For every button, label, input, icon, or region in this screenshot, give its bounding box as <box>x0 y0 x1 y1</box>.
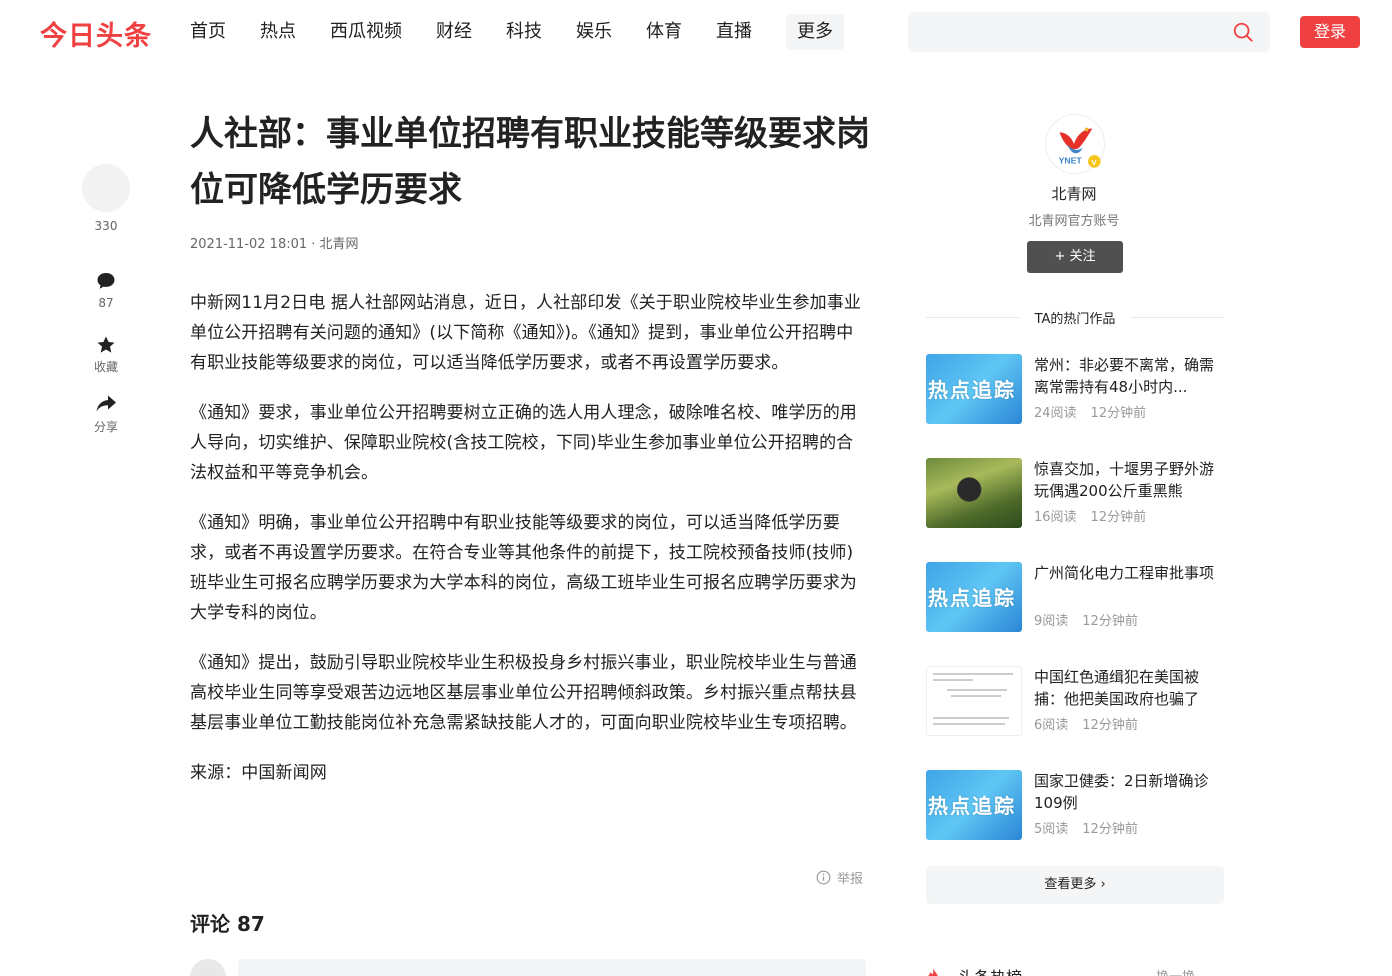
hot-item-title[interactable]: 广州简化电力工程审批事项 <box>1034 562 1224 606</box>
author-description: 北青网官方账号 <box>1028 214 1120 229</box>
comment-button[interactable] <box>82 271 130 291</box>
list-item[interactable]: 惊喜交加，十堰男子野外游玩偶遇200公斤重黑熊 16阅读 12分钟前 <box>926 458 1224 562</box>
nav-sports[interactable]: 体育 <box>646 14 682 50</box>
hot-rank-heading[interactable]: 头条热榜 <box>926 964 1022 976</box>
hot-thumbnail[interactable]: 热点追踪 <box>926 770 1022 840</box>
nav-hot[interactable]: 热点 <box>260 14 296 50</box>
hot-item-reads: 9阅读 <box>1034 614 1069 629</box>
info-icon <box>816 870 831 885</box>
author-name[interactable]: 北青网 <box>924 183 1224 204</box>
nav-finance[interactable]: 财经 <box>436 14 472 50</box>
hot-thumbnail[interactable] <box>926 458 1022 528</box>
like-count: 330 <box>94 219 118 233</box>
report-button[interactable]: 举报 <box>816 868 863 887</box>
follow-button[interactable]: + 关注 <box>1027 241 1123 273</box>
comment-count: 87 <box>98 296 114 310</box>
nav-tech[interactable]: 科技 <box>506 14 542 50</box>
refresh-button[interactable]: 换一换 <box>1156 966 1195 976</box>
article-paragraph: 《通知》明确，事业单位公开招聘中有职业技能等级要求的岗位，可以适当降低学历要求，… <box>190 513 857 623</box>
hot-works-heading: TA的热门作品 <box>926 308 1225 327</box>
share-label: 分享 <box>93 420 118 434</box>
hot-works-list: 热点追踪 常州：非必要不离常，确需离常需持有48小时内... 24阅读 12分钟前… <box>926 354 1224 874</box>
share-button[interactable] <box>82 394 130 414</box>
hot-item-reads: 5阅读 <box>1034 822 1069 837</box>
hot-thumbnail[interactable]: 热点追踪 <box>926 354 1022 424</box>
top-nav: 首页 热点 西瓜视频 财经 科技 娱乐 体育 直播 更多 <box>190 0 844 64</box>
nav-more[interactable]: 更多 <box>786 14 844 50</box>
login-button[interactable]: 登录 <box>1300 16 1360 48</box>
toutiao-logo[interactable]: 今日头条 <box>40 14 152 53</box>
search-icon[interactable] <box>1232 21 1254 43</box>
hot-item-time: 12分钟前 <box>1082 822 1138 837</box>
comments-title: 评论 87 <box>190 912 265 936</box>
comment-icon <box>97 273 115 289</box>
ynet-logo-text: YNET <box>1059 155 1083 165</box>
article-body: 中新网11月2日电 据人社部网站消息，近日，人社部印发《关于职业院校毕业生参加事… <box>190 288 870 808</box>
favorite-label: 收藏 <box>93 360 118 374</box>
hot-thumbnail[interactable]: 热点追踪 <box>926 562 1022 632</box>
hot-rank-label: 头条热榜 <box>958 964 1022 976</box>
list-item[interactable]: 热点追踪 国家卫健委：2日新增确诊109例 5阅读 12分钟前 <box>926 770 1224 874</box>
list-item[interactable]: 中国红色通缉犯在美国被捕：他把美国政府也骗了 6阅读 12分钟前 <box>926 666 1224 770</box>
hot-item-time: 12分钟前 <box>1090 406 1147 421</box>
nav-live[interactable]: 直播 <box>716 14 752 50</box>
hot-item-reads: 6阅读 <box>1034 718 1069 733</box>
hot-thumbnail[interactable] <box>926 666 1022 736</box>
hot-item-title[interactable]: 中国红色通缉犯在美国被捕：他把美国政府也骗了 <box>1034 666 1224 710</box>
list-item[interactable]: 热点追踪 常州：非必要不离常，确需离常需持有48小时内... 24阅读 12分钟前 <box>926 354 1224 458</box>
share-icon <box>96 395 116 412</box>
svg-text:V: V <box>1091 158 1097 167</box>
article-paragraph: 《通知》提出，鼓励引导职业院校毕业生积极投身乡村振兴事业，职业院校毕业生与普通高… <box>190 653 857 733</box>
list-item[interactable]: 热点追踪 广州简化电力工程审批事项 9阅读 12分钟前 <box>926 562 1224 666</box>
bird-logo-icon: YNET V <box>1059 127 1101 168</box>
see-more-button[interactable]: 查看更多 › <box>926 866 1224 904</box>
hot-item-title[interactable]: 国家卫健委：2日新增确诊109例 <box>1034 770 1224 814</box>
hot-item-reads: 16阅读 <box>1034 510 1077 525</box>
nav-xigua-video[interactable]: 西瓜视频 <box>330 14 402 50</box>
article-meta: 2021-11-02 18:01 · 北青网 <box>190 237 359 252</box>
report-label: 举报 <box>837 872 864 887</box>
author-avatar[interactable]: YNET V <box>1045 114 1105 174</box>
favorite-button[interactable] <box>82 335 130 355</box>
article-source: 来源：中国新闻网 <box>190 763 327 783</box>
article-title: 人社部：事业单位招聘有职业技能等级要求岗位可降低学历要求 <box>190 114 870 210</box>
hot-item-title[interactable]: 常州：非必要不离常，确需离常需持有48小时内... <box>1034 354 1224 398</box>
flame-icon <box>928 968 938 976</box>
avatar <box>190 959 226 976</box>
hot-item-reads: 24阅读 <box>1034 406 1077 421</box>
hot-item-title[interactable]: 惊喜交加，十堰男子野外游玩偶遇200公斤重黑熊 <box>1034 458 1224 502</box>
hot-item-time: 12分钟前 <box>1090 510 1147 525</box>
search-input[interactable] <box>908 12 1270 52</box>
hot-item-time: 12分钟前 <box>1082 614 1138 629</box>
nav-entertainment[interactable]: 娱乐 <box>576 14 612 50</box>
like-button[interactable] <box>82 164 130 212</box>
hot-item-time: 12分钟前 <box>1082 718 1138 733</box>
comment-input[interactable] <box>238 959 866 976</box>
article-paragraph: 中新网11月2日电 据人社部网站消息，近日，人社部印发《关于职业院校毕业生参加事… <box>190 293 861 373</box>
star-icon <box>97 336 115 353</box>
nav-home[interactable]: 首页 <box>190 14 226 50</box>
article-paragraph: 《通知》要求，事业单位公开招聘要树立正确的选人用人理念，破除唯名校、唯学历的用人… <box>190 403 857 483</box>
